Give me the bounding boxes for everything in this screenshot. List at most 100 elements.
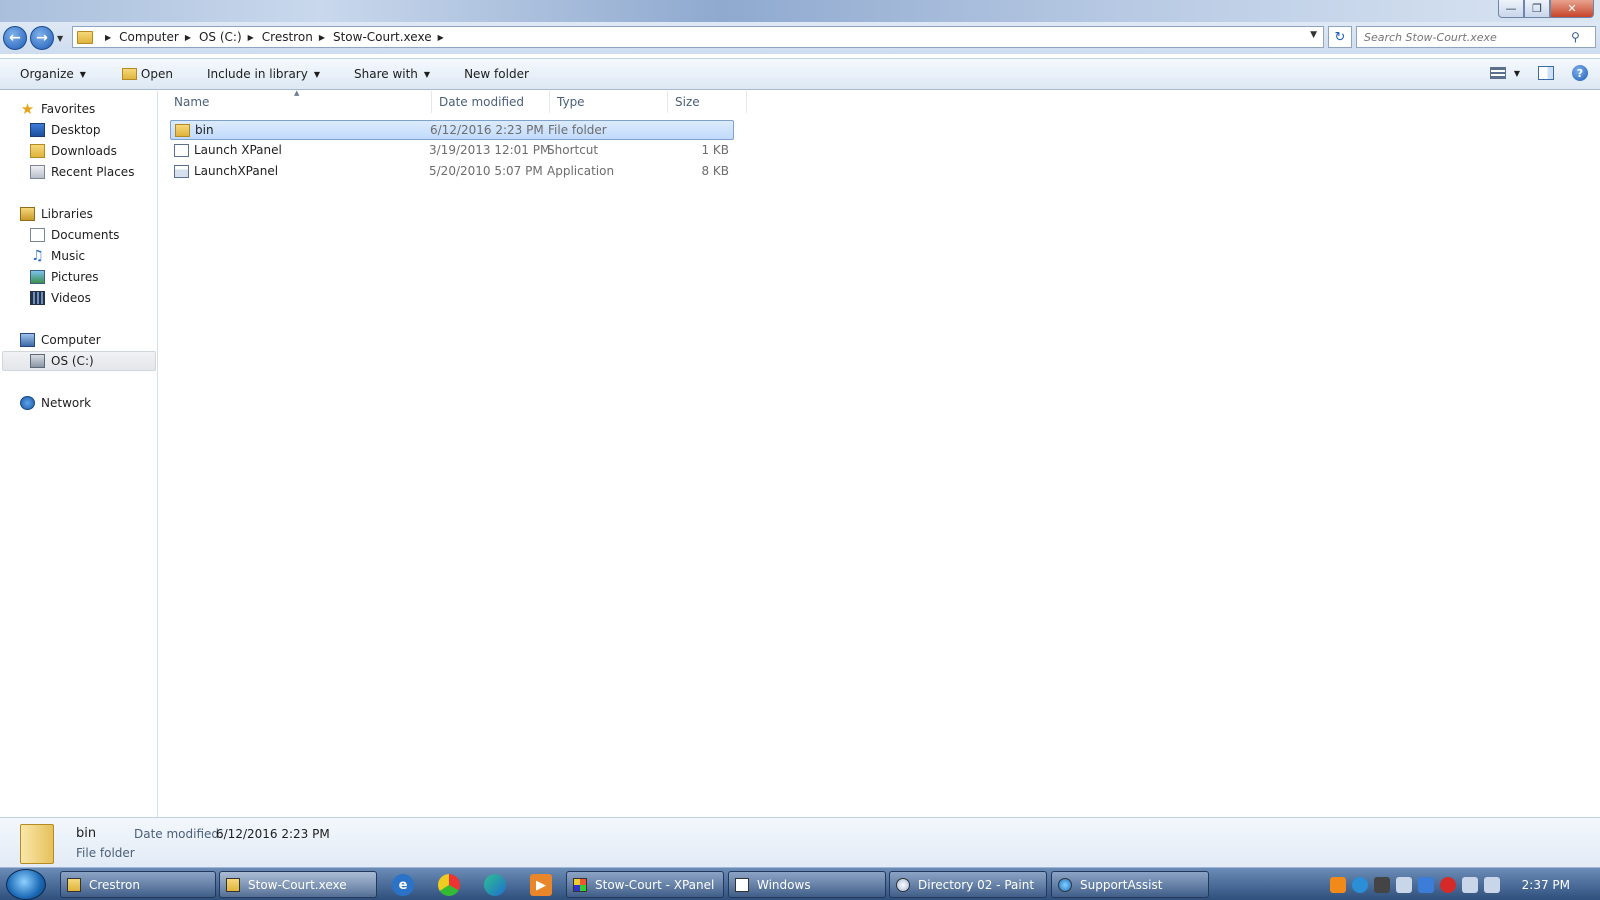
internet-explorer-icon[interactable]: e: [392, 874, 414, 896]
search-box: ⚲: [1356, 26, 1596, 48]
sort-ascending-icon: ▲: [294, 89, 300, 97]
nav-documents[interactable]: Documents: [0, 225, 156, 245]
nav-os-c[interactable]: OS (C:): [2, 351, 156, 371]
recent-pages-dropdown-icon[interactable]: ▼: [57, 34, 63, 43]
drive-icon: [30, 354, 45, 368]
tray-flag-icon[interactable]: [1461, 876, 1478, 893]
address-dropdown-icon[interactable]: ▼: [1310, 30, 1317, 40]
maximize-button[interactable]: ❐: [1524, 0, 1550, 18]
open-folder-icon: [121, 68, 137, 80]
task-label: Windows: [757, 877, 811, 892]
taskbar-item-stow-court[interactable]: Stow-Court.xexe: [219, 871, 377, 898]
chrome-icon[interactable]: [438, 874, 460, 896]
column-header-type[interactable]: Type: [550, 91, 668, 113]
organize-button[interactable]: Organize ▼: [18, 67, 88, 81]
command-bar: Organize ▼ Open Include in library ▼ Share…: [0, 58, 1600, 90]
taskbar-item-supportassist[interactable]: SupportAssist: [1051, 871, 1209, 898]
paint-icon: [896, 877, 910, 892]
minimize-button[interactable]: —: [1498, 0, 1524, 18]
application-icon: [174, 165, 189, 178]
nav-downloads[interactable]: Downloads: [0, 141, 156, 161]
taskbar: Crestron Stow-Court.xexe e ▶ Stow-Court …: [0, 867, 1600, 900]
file-row-bin[interactable]: bin 6/12/2016 2:23 PM File folder: [170, 120, 734, 140]
nav-desktop[interactable]: Desktop: [0, 120, 156, 140]
taskbar-item-crestron[interactable]: Crestron: [60, 871, 216, 898]
breadcrumb-label: Stow-Court.xexe: [332, 30, 432, 44]
nav-favorites[interactable]: ★ Favorites: [0, 99, 156, 119]
nav-libraries[interactable]: Libraries: [0, 204, 156, 224]
refresh-button[interactable]: ↻: [1328, 26, 1352, 48]
file-date: 5/20/2010 5:07 PM: [429, 164, 543, 178]
nav-label: Documents: [51, 228, 120, 242]
media-player-icon[interactable]: ▶: [530, 874, 552, 896]
file-row-launch-xpanel-shortcut[interactable]: Launch XPanel 3/19/2013 12:01 PM Shortcu…: [170, 141, 734, 161]
task-label: Stow-Court.xexe: [248, 877, 347, 892]
share-with-button[interactable]: Share with ▼: [352, 67, 432, 81]
help-icon[interactable]: ?: [1572, 65, 1588, 81]
back-button[interactable]: ←: [3, 26, 27, 50]
tray-browser-icon[interactable]: [1351, 876, 1368, 893]
new-folder-button[interactable]: New folder: [462, 67, 531, 81]
chevron-right-icon: ▶: [318, 32, 325, 42]
network-icon: [20, 396, 35, 410]
documents-icon: [30, 228, 45, 242]
nav-label: Recent Places: [51, 165, 135, 179]
nav-pictures[interactable]: Pictures: [0, 267, 156, 287]
nav-network[interactable]: Network: [0, 393, 156, 413]
nav-label: OS (C:): [51, 354, 94, 368]
file-size: 8 KB: [701, 164, 729, 178]
file-row-launchxpanel-app[interactable]: LaunchXPanel 5/20/2010 5:07 PM Applicati…: [170, 162, 734, 182]
breadcrumb-stow-court[interactable]: Stow-Court.xexe ▶: [333, 30, 452, 44]
taskbar-item-xpanel[interactable]: Stow-Court - XPanel: [566, 871, 724, 898]
nav-computer[interactable]: Computer: [0, 330, 156, 350]
change-view-button[interactable]: ▼: [1489, 67, 1520, 79]
tray-security-icon[interactable]: [1439, 876, 1456, 893]
start-button[interactable]: [6, 869, 46, 900]
nav-recent-places[interactable]: Recent Places: [0, 162, 156, 182]
tray-monitor-icon[interactable]: [1417, 876, 1434, 893]
file-type: Application: [547, 164, 615, 178]
refresh-icon: ↻: [1334, 29, 1346, 45]
file-type: Shortcut: [547, 143, 599, 157]
search-icon[interactable]: ⚲: [1571, 30, 1580, 44]
volume-icon[interactable]: [1395, 876, 1412, 893]
taskbar-item-paint[interactable]: Directory 02 - Paint: [889, 871, 1047, 898]
breadcrumb-root-chevron[interactable]: ▶: [99, 33, 119, 42]
include-in-library-label: Include in library: [206, 67, 308, 81]
breadcrumb-crestron[interactable]: Crestron ▶: [262, 30, 333, 44]
task-label: Directory 02 - Paint: [918, 877, 1035, 892]
column-header-size[interactable]: Size: [668, 91, 747, 113]
nav-label: Music: [51, 249, 86, 263]
clock[interactable]: 2:37 PM: [1522, 878, 1570, 892]
address-bar[interactable]: ▶ Computer ▶ OS (C:) ▶ Crestron ▶ Stow-Cour…: [72, 26, 1324, 48]
tray-app-icon[interactable]: [1329, 876, 1346, 893]
task-label: Stow-Court - XPanel: [595, 877, 715, 892]
file-name: Launch XPanel: [194, 143, 282, 157]
computer-icon: [20, 333, 35, 347]
close-button[interactable]: ✕: [1550, 0, 1594, 18]
chevron-right-icon: ▶: [184, 32, 191, 42]
file-date: 3/19/2013 12:01 PM: [429, 143, 551, 157]
tray-display-icon[interactable]: [1483, 876, 1500, 893]
nav-music[interactable]: ♫ Music: [0, 246, 156, 266]
column-header-name[interactable]: Name ▲: [158, 89, 432, 113]
nav-videos[interactable]: Videos: [0, 288, 156, 308]
nav-label: Favorites: [41, 102, 96, 116]
forward-button[interactable]: →: [30, 26, 54, 50]
share-with-label: Share with: [354, 67, 418, 81]
include-in-library-button[interactable]: Include in library ▼: [205, 67, 322, 81]
preview-pane-icon[interactable]: [1538, 66, 1554, 80]
window-controls: — ❐ ✕: [1498, 0, 1594, 18]
open-button[interactable]: Open: [120, 67, 175, 81]
taskbar-item-windows[interactable]: Windows: [728, 871, 886, 898]
breadcrumb-os-c[interactable]: OS (C:) ▶: [199, 30, 262, 44]
search-input[interactable]: [1357, 30, 1567, 44]
column-label: Type: [557, 95, 585, 109]
chevron-right-icon: ▶: [437, 32, 444, 42]
breadcrumb-computer[interactable]: Computer ▶: [119, 30, 199, 44]
tray-network-icon[interactable]: [1373, 876, 1390, 893]
edge-icon[interactable]: [484, 874, 506, 896]
column-header-date[interactable]: Date modified: [432, 91, 550, 113]
details-date-label: Date modified:: [134, 827, 224, 841]
star-icon: ★: [20, 100, 35, 118]
